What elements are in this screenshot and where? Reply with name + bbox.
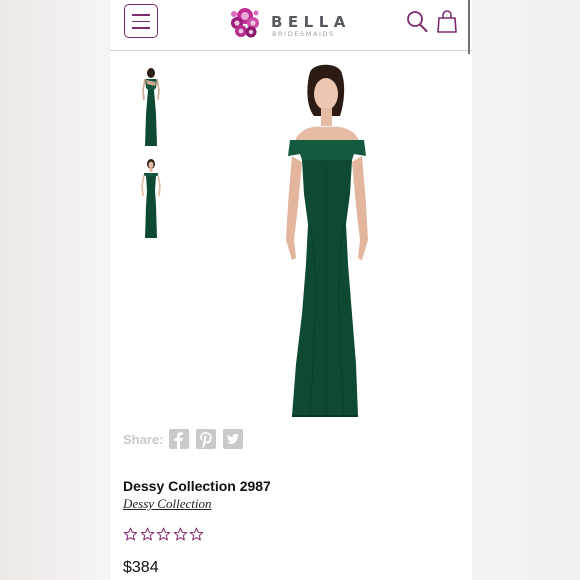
thumbnail-back-view[interactable] — [134, 66, 168, 150]
brand-link[interactable]: Dessy Collection — [123, 496, 211, 512]
scrollbar[interactable] — [468, 0, 470, 54]
shopping-bag-icon[interactable] — [436, 10, 458, 34]
product-price: $384 — [123, 559, 159, 576]
hamburger-menu-icon — [132, 14, 150, 16]
star-outline-icon — [123, 527, 138, 541]
main-product-image[interactable] — [270, 64, 380, 420]
site-logo[interactable]: BELLA BRIDESMAIDS — [228, 3, 358, 45]
thumbnail-front-view[interactable] — [134, 156, 168, 240]
site-header: BELLA BRIDESMAIDS — [110, 0, 472, 54]
star-outline-icon — [140, 527, 154, 541]
search-icon[interactable] — [406, 10, 428, 34]
star-outline-icon — [189, 527, 204, 541]
star-rating[interactable] — [123, 527, 206, 542]
logo-subtext: BRIDESMAIDS — [272, 30, 335, 38]
logo-text: BELLA — [271, 13, 351, 31]
facebook-icon[interactable] — [169, 429, 190, 449]
share-row: Share: — [123, 427, 250, 451]
menu-button[interactable] — [124, 4, 158, 38]
pinterest-icon[interactable] — [196, 429, 217, 449]
hamburger-bar — [132, 20, 150, 23]
product-page: BELLA BRIDESMAIDS Share: Dessy Collectio… — [110, 0, 472, 580]
logo-flowers-icon — [231, 8, 259, 38]
hamburger-bar — [132, 27, 150, 29]
star-outline-icon — [173, 527, 187, 541]
share-label: Share: — [123, 431, 164, 447]
twitter-icon[interactable] — [223, 429, 244, 449]
star-outline-icon — [156, 527, 171, 541]
product-title: Dessy Collection 2987 — [123, 478, 271, 494]
